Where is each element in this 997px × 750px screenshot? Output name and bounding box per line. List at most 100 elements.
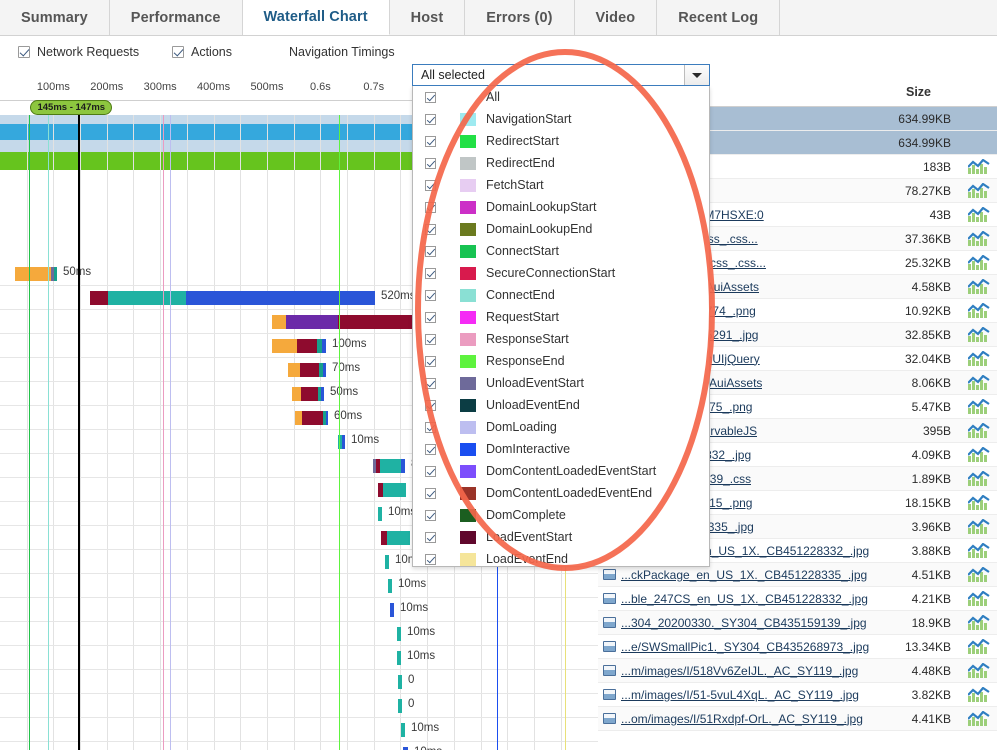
table-row[interactable]: ...m/images/I/518Vv6ZeIJL._AC_SY119_.jpg…	[598, 659, 997, 683]
waterfall-bar[interactable]	[378, 507, 382, 521]
waterfall-row[interactable]: 10ms	[0, 574, 598, 598]
sparkline-chart-icon[interactable]	[968, 183, 990, 198]
sparkline-chart-icon[interactable]	[968, 543, 990, 558]
table-row[interactable]: ...e/SWSmallPic1._SY304_CB435268973_.jpg…	[598, 635, 997, 659]
option-checkbox[interactable]	[425, 289, 436, 301]
option-checkbox[interactable]	[425, 267, 436, 279]
option-checkbox[interactable]	[425, 91, 436, 103]
waterfall-row[interactable]: 10ms	[0, 718, 598, 742]
navigation-timings-dropdown[interactable]: All NavigationStart RedirectStart RedirectE…	[412, 86, 710, 567]
waterfall-bar[interactable]	[292, 387, 324, 401]
url-link[interactable]: ...ckPackage_en_US_1X._CB451228335_.jpg	[621, 568, 867, 582]
option-checkbox[interactable]	[425, 355, 436, 367]
dropdown-option-unloadeventstart[interactable]: UnloadEventStart	[413, 372, 709, 394]
dropdown-option-dominteractive[interactable]: DomInteractive	[413, 438, 709, 460]
waterfall-bar[interactable]	[385, 555, 389, 569]
tab-waterfall-chart[interactable]: Waterfall Chart	[242, 0, 390, 35]
option-checkbox[interactable]	[425, 179, 436, 191]
waterfall-bar[interactable]	[390, 603, 394, 617]
sparkline-chart-icon[interactable]	[968, 639, 990, 654]
waterfall-row[interactable]: 10ms	[0, 598, 598, 622]
option-checkbox[interactable]	[425, 311, 436, 323]
option-checkbox[interactable]	[425, 509, 436, 521]
sparkline-chart-icon[interactable]	[968, 591, 990, 606]
tab-summary[interactable]: Summary	[0, 0, 110, 35]
table-row[interactable]: ...304_20200330._SY304_CB435159139_.jpg 1…	[598, 611, 997, 635]
dropdown-option-responseend[interactable]: ResponseEnd	[413, 350, 709, 372]
dropdown-option-domcontentloadedeventend[interactable]: DomContentLoadedEventEnd	[413, 482, 709, 504]
url-link[interactable]: ...ble_247CS_en_US_1X._CB451228332_.jpg	[621, 592, 868, 606]
waterfall-row[interactable]: 10ms	[0, 742, 598, 750]
checkbox-network-requests[interactable]: Network Requests	[18, 45, 139, 59]
network-requests-checkbox-box[interactable]	[18, 46, 30, 58]
select-arrow-button[interactable]	[684, 65, 709, 85]
waterfall-bar[interactable]	[288, 363, 326, 377]
dropdown-option-responsestart[interactable]: ResponseStart	[413, 328, 709, 350]
sparkline-chart-icon[interactable]	[968, 663, 990, 678]
url-link[interactable]: ...m/images/I/518Vv6ZeIJL._AC_SY119_.jpg	[621, 664, 858, 678]
option-checkbox[interactable]	[425, 135, 436, 147]
waterfall-bar[interactable]	[388, 579, 392, 593]
navigation-timings-select[interactable]: All selected	[412, 64, 710, 86]
actions-checkbox-box[interactable]	[172, 46, 184, 58]
option-checkbox[interactable]	[425, 201, 436, 213]
dropdown-option-unloadeventend[interactable]: UnloadEventEnd	[413, 394, 709, 416]
dropdown-option-navigationstart[interactable]: NavigationStart	[413, 108, 709, 130]
waterfall-bar[interactable]	[15, 267, 57, 281]
option-checkbox[interactable]	[425, 443, 436, 455]
waterfall-row[interactable]: 10ms	[0, 622, 598, 646]
sparkline-chart-icon[interactable]	[968, 159, 990, 174]
url-link[interactable]: ...e/SWSmallPic1._SY304_CB435268973_.jpg	[621, 640, 869, 654]
option-checkbox[interactable]	[425, 531, 436, 543]
sparkline-chart-icon[interactable]	[968, 399, 990, 414]
tab-video[interactable]: Video	[574, 0, 658, 35]
option-checkbox[interactable]	[425, 333, 436, 345]
dropdown-option-requeststart[interactable]: RequestStart	[413, 306, 709, 328]
checkbox-actions[interactable]: Actions	[172, 45, 232, 59]
waterfall-bar[interactable]	[397, 627, 401, 641]
waterfall-bar[interactable]	[378, 483, 406, 497]
sparkline-chart-icon[interactable]	[968, 519, 990, 534]
option-checkbox[interactable]	[425, 487, 436, 499]
column-header-size[interactable]: Size	[876, 85, 961, 99]
tab-performance[interactable]: Performance	[109, 0, 243, 35]
url-link[interactable]: ...om/images/I/51Rxdpf-OrL._AC_SY119_.jp…	[621, 712, 863, 726]
sparkline-chart-icon[interactable]	[968, 327, 990, 342]
waterfall-row[interactable]: 0	[0, 694, 598, 718]
waterfall-bar[interactable]	[90, 291, 375, 305]
tab-host[interactable]: Host	[389, 0, 466, 35]
option-checkbox[interactable]	[425, 553, 436, 565]
dropdown-option-connectstart[interactable]: ConnectStart	[413, 240, 709, 262]
option-checkbox[interactable]	[425, 157, 436, 169]
waterfall-row[interactable]: 0	[0, 670, 598, 694]
dropdown-option-domloading[interactable]: DomLoading	[413, 416, 709, 438]
sparkline-chart-icon[interactable]	[968, 255, 990, 270]
sparkline-chart-icon[interactable]	[968, 687, 990, 702]
waterfall-bar[interactable]	[398, 675, 402, 689]
sparkline-chart-icon[interactable]	[968, 303, 990, 318]
dropdown-option-domcomplete[interactable]: DomComplete	[413, 504, 709, 526]
option-checkbox[interactable]	[425, 377, 436, 389]
waterfall-bar[interactable]	[398, 699, 402, 713]
sparkline-chart-icon[interactable]	[968, 207, 990, 222]
table-row[interactable]: ...om/images/I/51Rxdpf-OrL._AC_SY119_.jp…	[598, 707, 997, 731]
waterfall-bar[interactable]	[401, 723, 405, 737]
sparkline-chart-icon[interactable]	[968, 471, 990, 486]
option-checkbox[interactable]	[425, 245, 436, 257]
sparkline-chart-icon[interactable]	[968, 351, 990, 366]
sparkline-chart-icon[interactable]	[968, 231, 990, 246]
url-link[interactable]: ...304_20200330._SY304_CB435159139_.jpg	[621, 616, 867, 630]
tab-recent-log[interactable]: Recent Log	[657, 0, 781, 35]
dropdown-option-all[interactable]: All	[413, 86, 709, 108]
sparkline-chart-icon[interactable]	[968, 567, 990, 582]
option-checkbox[interactable]	[425, 465, 436, 477]
option-checkbox[interactable]	[425, 399, 436, 411]
option-checkbox[interactable]	[425, 421, 436, 433]
sparkline-chart-icon[interactable]	[968, 447, 990, 462]
tab-errors-0[interactable]: Errors (0)	[465, 0, 575, 35]
waterfall-bar[interactable]	[272, 339, 326, 353]
dropdown-option-redirectend[interactable]: RedirectEnd	[413, 152, 709, 174]
waterfall-bar[interactable]	[397, 651, 401, 665]
waterfall-row[interactable]: 10ms	[0, 646, 598, 670]
sparkline-chart-icon[interactable]	[968, 375, 990, 390]
